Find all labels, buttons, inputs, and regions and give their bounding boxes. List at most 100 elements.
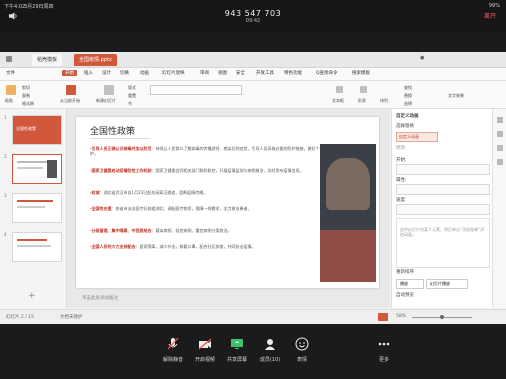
tab-templates[interactable]: 稻壳模板 — [32, 54, 63, 66]
menu-transition[interactable]: 切换 — [120, 70, 129, 76]
property-select[interactable] — [396, 184, 490, 195]
tab-document[interactable]: 全国疫情.pptx — [74, 54, 117, 66]
thumb-line — [17, 161, 47, 163]
play-slideshow-icon[interactable] — [378, 313, 388, 321]
add-effect-button[interactable]: 自定义动画 — [396, 132, 438, 142]
pane-title: 自定义动画 — [396, 114, 419, 119]
home-icon[interactable] — [6, 56, 12, 62]
emoji-button[interactable]: 表情 — [282, 332, 322, 372]
menu-slideshow[interactable]: 幻灯片放映 — [162, 70, 185, 76]
menu-security[interactable]: 安全 — [236, 70, 245, 76]
menu-review[interactable]: 审阅 — [200, 70, 209, 76]
select-button[interactable]: 选择 — [404, 101, 412, 107]
menu-file[interactable]: 文件 — [6, 70, 15, 76]
menu-design[interactable]: 设计 — [102, 70, 111, 76]
play-from-current-icon[interactable] — [66, 85, 76, 95]
menu-features[interactable]: 特色功能 — [284, 70, 302, 76]
menu-animation[interactable]: 动画 — [140, 70, 149, 76]
document-status-bar: 幻灯片 2 / 15 文档未保护 58% — [0, 309, 506, 325]
slide-thumb-selected[interactable] — [12, 154, 62, 184]
add-effect-label: 自定义动画 — [399, 134, 419, 139]
login-icon[interactable]: ● — [420, 55, 424, 61]
text-effect-button[interactable]: 文字效果 — [448, 93, 464, 99]
shape-button[interactable]: 形状 — [358, 98, 366, 104]
paste-icon[interactable] — [6, 85, 16, 95]
speed-label: 速度: — [396, 198, 407, 203]
new-slide-button[interactable]: 新建幻灯片 — [96, 98, 116, 104]
paste-button[interactable]: 粘贴 — [5, 98, 13, 104]
more-button[interactable]: 更多 — [364, 332, 404, 372]
policy-paragraph[interactable]: ·引导人员正确认识病毒并加以防范：持续让人民群众了解病毒的传播途径、感染后的症状… — [90, 146, 328, 156]
cut-button[interactable]: 剪切 — [22, 85, 30, 91]
menu-view[interactable]: 视图 — [218, 70, 227, 76]
format-painter-button[interactable]: 格式刷 — [22, 101, 34, 107]
menu-insert[interactable]: 插入 — [84, 70, 93, 76]
textbox-icon[interactable] — [336, 86, 343, 93]
meeting-controls: 解除静音 开启视频 共享屏幕 成员(10) 表情 更多 — [0, 324, 506, 379]
slide[interactable]: 全国性政策 ·引导人员正确认识病毒并加以防范：持续让人民群众了解病毒的传播途径、… — [76, 117, 379, 288]
meeting-duration: 09:42 — [245, 18, 261, 24]
new-slide-icon[interactable] — [104, 85, 114, 95]
animation-list[interactable]: 选中幻灯片的某个元素，然后单击“添加效果”添加动画。 — [396, 218, 490, 268]
slide-counter: 幻灯片 2 / 15 — [6, 315, 34, 320]
select-window-link[interactable]: 选择窗格 — [396, 123, 414, 129]
settings-icon[interactable] — [497, 159, 503, 165]
slide-title[interactable]: 全国性政策 — [90, 124, 135, 137]
section-button[interactable]: 节 — [128, 101, 132, 107]
ribbon-toolbar: 粘贴 剪切 复制 格式刷 从当前开始 新建幻灯片 版式 重置 节 文本框 形状 … — [0, 81, 506, 109]
emoji-label: 表情 — [296, 357, 307, 363]
star-icon[interactable] — [497, 145, 503, 151]
textbox-button[interactable]: 文本框 — [332, 98, 344, 104]
menu-find-command[interactable]: Q查找命令 — [316, 70, 338, 76]
copy-button[interactable]: 复制 — [22, 93, 30, 99]
animation-hint: 选中幻灯片的某个元素，然后单击“添加效果”添加动画。 — [400, 227, 485, 237]
arrange-button[interactable]: 排列 — [380, 98, 388, 104]
autopreview-checkbox[interactable]: 自动预览 — [396, 292, 414, 298]
thumb-line — [17, 200, 53, 202]
more-label: 更多 — [378, 357, 389, 363]
policy-paragraph[interactable]: ·分级管理、集中隔离、中西医结合：疑似病例、轻症病例、重症病例分类收治。 — [90, 228, 328, 233]
policy-paragraph[interactable]: ·封城：湖北省武汉市自1月23日起关闭离汉通道，阻断疫情传播。 — [90, 190, 328, 195]
reset-button[interactable]: 重置 — [128, 93, 136, 99]
shape-icon[interactable] — [360, 86, 367, 93]
leave-meeting-button[interactable]: 离开 — [484, 11, 496, 20]
tab-bar: 稻壳模板 全国疫情.pptx ● — [0, 52, 506, 68]
menu-search-template[interactable]: 搜索模板 — [352, 70, 370, 76]
find-button[interactable]: 查找 — [404, 85, 412, 91]
layout-button[interactable]: 版式 — [128, 85, 136, 91]
policy-paragraph[interactable]: ·国家卫健委启动疫情防控工作机制：国家卫健委会同相关部门联防联控，开展疫情监测与… — [90, 168, 328, 173]
slide-thumb[interactable] — [12, 193, 62, 223]
start-select[interactable] — [396, 164, 490, 175]
thumb-line — [17, 245, 51, 247]
play-button[interactable]: 播放 — [396, 279, 424, 289]
speed-select[interactable] — [396, 204, 490, 215]
font-style-row — [150, 96, 240, 104]
arrow-icon[interactable] — [497, 117, 503, 123]
zoom-thumb[interactable] — [440, 315, 444, 319]
slide-thumb[interactable]: 全国性政策 — [12, 115, 62, 145]
slideshow-button[interactable]: 幻灯片播放 — [426, 279, 468, 289]
play-from-current-button[interactable]: 从当前开始 — [60, 98, 80, 104]
shape-icon[interactable] — [497, 131, 503, 137]
slide-photo[interactable] — [320, 144, 376, 282]
font-select[interactable] — [150, 85, 242, 95]
thumb-number: 1 — [4, 115, 7, 120]
menu-home[interactable]: 开始 — [62, 70, 77, 76]
shared-screen: 稻壳模板 全国疫情.pptx ● 文件 开始 插入 设计 切换 动画 幻灯片放映… — [0, 52, 506, 325]
menu-developer[interactable]: 开发工具 — [256, 70, 274, 76]
slide-thumbnails: 1 全国性政策 2 3 4 + — [0, 109, 67, 308]
protect-status: 文档未保护 — [60, 315, 83, 320]
thumb-number: 4 — [4, 232, 7, 237]
policy-paragraph[interactable]: ·全国性支援：各省市派出医疗队驰援湖北，调配医疗物资，保障一线需求，全力救治患者… — [90, 206, 328, 211]
zoom-level[interactable]: 58% — [396, 314, 406, 319]
notes-placeholder[interactable]: 单击此处添加备注 — [82, 295, 118, 301]
more-icon — [378, 342, 390, 346]
emoji-icon — [295, 337, 309, 351]
thumb-title: 全国性政策 — [16, 126, 36, 131]
add-slide-icon[interactable]: + — [28, 291, 36, 301]
slide-thumb[interactable] — [12, 232, 62, 262]
policy-paragraph[interactable]: ·全国人民的大力支持配合：居家隔离，减少外出，佩戴口罩，配合社区排查，共同抗击疫… — [90, 244, 328, 249]
replace-button[interactable]: 替换 — [404, 93, 412, 99]
menu-bar: 文件 开始 插入 设计 切换 动画 幻灯片放映 审阅 视图 安全 开发工具 特色… — [0, 68, 506, 81]
animation-pane: 自定义动画 选择窗格 自定义动画 修改: 开始: 属性: 速度: 选中幻灯片的某… — [391, 109, 493, 308]
